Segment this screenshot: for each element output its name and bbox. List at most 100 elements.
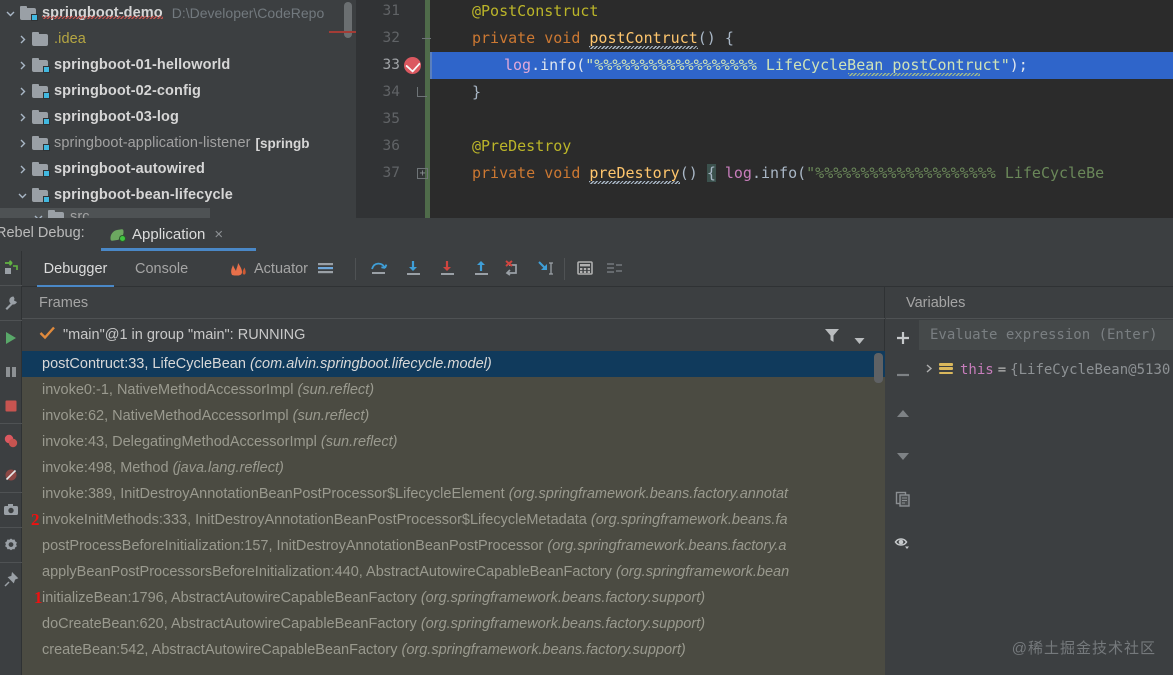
move-down-icon[interactable] (886, 435, 919, 477)
tree-item-idea[interactable]: .idea (0, 26, 356, 52)
mute-breakpoints-icon[interactable] (0, 458, 22, 492)
frame-package: (org.springframework.beans.factory.annot… (508, 486, 789, 502)
camera-snapshot-icon[interactable] (0, 493, 22, 527)
debug-tool-window: Rebel Debug: Application × Debugger Cons… (0, 218, 1173, 675)
tree-item-springboot-02-config[interactable]: springboot-02-config (0, 78, 356, 104)
frames-list[interactable]: postContruct:33, LifeCycleBean (com.alvi… (22, 351, 885, 675)
tree-item-springboot-01-helloworld[interactable]: springboot-01-helloworld (0, 52, 356, 78)
frame-row[interactable]: invoke:62, NativeMethodAccessorImpl (sun… (22, 403, 885, 429)
rerun-icon[interactable] (0, 251, 22, 285)
frame-row[interactable]: postContruct:33, LifeCycleBean (com.alvi… (22, 351, 885, 377)
filter-icon[interactable] (824, 328, 840, 342)
spring-leaf-icon (109, 227, 127, 243)
fold-minus-icon[interactable] (422, 38, 431, 39)
debug-left-toolbar[interactable] (0, 251, 22, 675)
settings-list-icon[interactable] (316, 259, 338, 279)
variable-row-this[interactable]: this = {LifeCycleBean@5130 (919, 357, 1173, 383)
chevron-down-icon[interactable] (854, 332, 865, 350)
code-line: 31 @PostConstruct (356, 0, 1173, 25)
chevron-right-icon[interactable] (14, 57, 30, 73)
code-line: 32 private void postContruct() { (356, 25, 1173, 52)
fold-plus-icon[interactable]: + (417, 168, 428, 179)
frame-method: doCreateBean:620, AbstractAutowireCapabl… (42, 616, 417, 632)
move-up-icon[interactable] (886, 393, 919, 435)
frame-row[interactable]: invoke:389, InitDestroyAnnotationBeanPos… (22, 481, 885, 507)
tab-console[interactable]: Console (133, 251, 190, 287)
step-into-icon[interactable] (403, 259, 425, 279)
tree-row-root[interactable]: springboot-demo D:\Developer\CodeRepo (0, 0, 356, 26)
step-out-icon[interactable] (471, 259, 493, 279)
drop-frame-icon[interactable] (503, 259, 525, 279)
line-number: 37 (382, 165, 400, 181)
frame-row[interactable]: createBean:542, AbstractAutowireCapableB… (22, 637, 885, 663)
fold-end-icon[interactable] (417, 87, 427, 97)
settings-wrench-icon[interactable] (0, 286, 22, 320)
tree-item-springboot-bean-lifecycle[interactable]: springboot-bean-lifecycle (0, 182, 356, 208)
code-keyword: void (544, 164, 581, 182)
chevron-right-icon[interactable] (14, 135, 30, 151)
layout-settings-icon[interactable] (0, 528, 22, 562)
chevron-right-icon[interactable] (14, 31, 30, 47)
tree-item-springboot-03-log[interactable]: springboot-03-log (0, 104, 356, 130)
chevron-right-icon[interactable] (919, 363, 939, 377)
project-tree-panel[interactable]: springboot-demo D:\Developer\CodeRepo .i… (0, 0, 356, 218)
code-method-name: postContruct (589, 29, 698, 47)
tree-item-src[interactable]: src (0, 208, 210, 218)
code-line: 36 @PreDestroy (356, 133, 1173, 160)
folder-icon (48, 210, 65, 218)
breakpoint-icon[interactable] (404, 57, 421, 74)
pin-tab-icon[interactable] (0, 563, 22, 597)
stop-icon[interactable] (0, 389, 22, 423)
module-folder-icon (32, 58, 50, 73)
run-to-cursor-icon[interactable] (536, 259, 558, 279)
actuator-flame-icon (228, 261, 248, 277)
chevron-down-icon[interactable] (30, 209, 46, 218)
code-string: "%%%%%%%%%%%%%%%%%% LifeCycleBean postCo… (585, 56, 1010, 74)
show-execution-point-icon[interactable] (605, 259, 627, 279)
view-breakpoints-icon[interactable] (0, 424, 22, 458)
frame-package: (org.springframework.beans.factory.suppo… (401, 642, 686, 658)
chevron-right-icon[interactable] (14, 83, 30, 99)
variables-toolbar[interactable] (886, 319, 919, 675)
force-step-into-icon[interactable] (437, 259, 459, 279)
tree-item-label: springboot-02-config (54, 83, 201, 99)
thread-selector[interactable]: "main"@1 in group "main": RUNNING (22, 319, 885, 351)
chevron-down-icon[interactable] (14, 187, 30, 203)
copy-value-icon[interactable] (886, 477, 919, 521)
pause-program-icon[interactable] (0, 355, 22, 389)
add-watch-icon[interactable] (886, 319, 919, 356)
run-tab-application[interactable]: Application × (101, 218, 233, 251)
resume-program-icon[interactable] (0, 321, 22, 355)
step-over-icon[interactable] (369, 259, 391, 279)
typo-squiggle (589, 181, 680, 184)
frame-row[interactable]: 2 invokeInitMethods:333, InitDestroyAnno… (22, 507, 885, 533)
close-icon[interactable]: × (214, 227, 223, 242)
frame-row[interactable]: 1 initializeBean:1796, AbstractAutowireC… (22, 585, 885, 611)
variables-panel: Variables Evaluate expression (Enter) th… (886, 287, 1173, 675)
tree-item-springboot-autowired[interactable]: springboot-autowired (0, 156, 356, 182)
chevron-down-icon[interactable] (2, 5, 18, 21)
tree-item-springboot-application-listener[interactable]: springboot-application-listener [springb (0, 130, 356, 156)
code-punct: () { (697, 29, 734, 47)
remove-watch-icon[interactable] (886, 356, 919, 393)
tree-item-label: src (70, 209, 90, 218)
inspect-eye-icon[interactable] (886, 521, 919, 565)
frame-row[interactable]: postProcessBeforeInitialization:157, Ini… (22, 533, 885, 559)
frame-row[interactable]: doCreateBean:620, AbstractAutowireCapabl… (22, 611, 885, 637)
frame-row[interactable]: applyBeanPostProcessorsBeforeInitializat… (22, 559, 885, 585)
frames-scrollbar[interactable] (874, 353, 883, 383)
tab-actuator[interactable]: Actuator (226, 251, 310, 287)
frame-row[interactable]: invoke0:-1, NativeMethodAccessorImpl (su… (22, 377, 885, 403)
chevron-right-icon[interactable] (14, 109, 30, 125)
frame-method: invoke:62, NativeMethodAccessorImpl (42, 408, 289, 424)
frame-row[interactable]: invoke:43, DelegatingMethodAccessorImpl … (22, 429, 885, 455)
code-editor[interactable]: 30 31 @PostConstruct 32 private void pos… (356, 0, 1173, 218)
code-string: "%%%%%%%%%%%%%%%%%%%% LifeCycleBe (806, 164, 1105, 182)
chevron-right-icon[interactable] (14, 161, 30, 177)
evaluate-expression-input[interactable]: Evaluate expression (Enter) (919, 320, 1173, 350)
frame-method: invoke0:-1, NativeMethodAccessorImpl (42, 382, 294, 398)
evaluate-expression-icon[interactable] (575, 259, 597, 279)
frame-method: invoke:498, Method (42, 460, 169, 476)
tab-debugger[interactable]: Debugger (37, 251, 114, 287)
frame-row[interactable]: invoke:498, Method (java.lang.reflect) (22, 455, 885, 481)
